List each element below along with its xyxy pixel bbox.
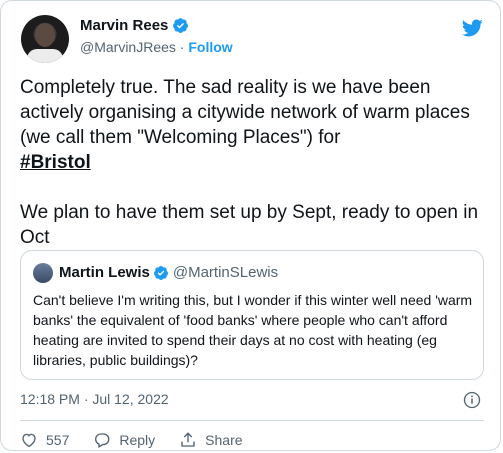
- twitter-bird-icon[interactable]: [460, 17, 484, 39]
- like-button[interactable]: 557: [20, 431, 69, 449]
- share-icon: [181, 432, 195, 447]
- quoted-avatar: [33, 263, 53, 283]
- tweet-paragraph-2: We plan to have them set up by Sept, rea…: [20, 200, 490, 250]
- like-count: 557: [46, 432, 70, 448]
- tweet-text: Completely true. The sad reality is we h…: [20, 75, 490, 250]
- reply-icon: [95, 433, 110, 448]
- tweet-line-1: Completely true. The sad reality is we h…: [20, 77, 470, 148]
- avatar-shirt: [27, 49, 63, 63]
- share-button[interactable]: Share: [179, 431, 243, 449]
- author-avatar[interactable]: [21, 15, 69, 63]
- author-name[interactable]: Marvin Rees: [80, 17, 168, 34]
- timestamp[interactable]: 12:18 PM · Jul 12, 2022: [20, 391, 169, 407]
- tweet-card: Marvin Rees @MarvinJRees · Follow Comple…: [0, 0, 501, 451]
- handle-separator: ·: [179, 39, 185, 55]
- avatar-face: [35, 23, 55, 47]
- quoted-tweet[interactable]: Martin Lewis @MartinSLewis Can't believe…: [20, 250, 484, 380]
- quoted-header: Martin Lewis @MartinSLewis: [59, 264, 278, 281]
- tweet-paragraph-1: Completely true. The sad reality is we h…: [20, 75, 490, 175]
- info-icon[interactable]: [463, 391, 481, 409]
- divider: [20, 420, 484, 421]
- follow-link[interactable]: Follow: [188, 39, 232, 55]
- verified-badge-icon: [173, 18, 189, 33]
- quoted-author-name: Martin Lewis: [59, 264, 150, 281]
- author-handle[interactable]: @MarvinJRees: [80, 39, 176, 55]
- action-bar: 557 Reply Share: [20, 431, 267, 449]
- author-handle-row: @MarvinJRees · Follow: [80, 39, 233, 55]
- reply-button[interactable]: Reply: [93, 431, 155, 449]
- quoted-text: Can't believe I'm writing this, but I wo…: [33, 292, 473, 368]
- quoted-author-handle: @MartinSLewis: [172, 264, 279, 281]
- share-label: Share: [205, 432, 243, 448]
- tweet-line-2: We plan to have them set up by Sept, rea…: [20, 202, 479, 248]
- reply-label: Reply: [119, 432, 156, 448]
- quoted-verified-badge-icon: [153, 265, 168, 280]
- heart-icon: [22, 433, 36, 448]
- author-name-row: Marvin Rees: [80, 17, 189, 34]
- hashtag-link[interactable]: #Bristol: [20, 152, 91, 173]
